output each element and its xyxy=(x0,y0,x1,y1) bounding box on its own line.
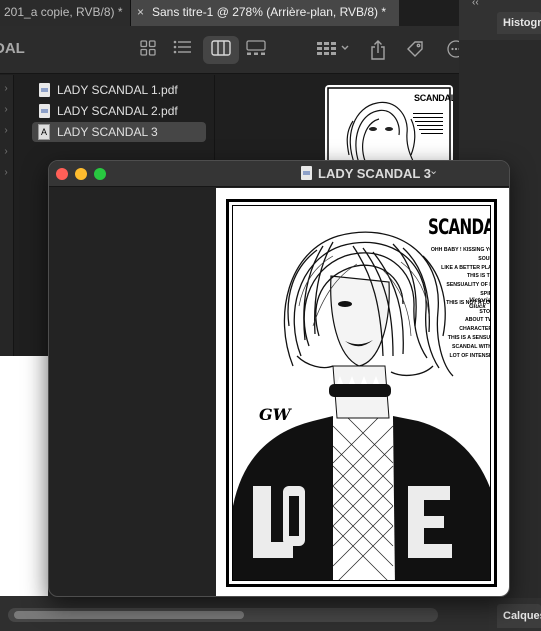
image-icon: A xyxy=(38,124,50,140)
group-icon[interactable] xyxy=(316,40,350,60)
screen: 201_a copie, RVB/8) * × Sans titre-1 @ 2… xyxy=(0,0,541,631)
close-window-button[interactable] xyxy=(56,168,68,180)
chevron-right-icon[interactable]: › xyxy=(0,167,12,178)
close-tab-icon[interactable]: × xyxy=(137,0,144,24)
scrollbar-thumb[interactable] xyxy=(14,611,244,619)
chevron-right-icon[interactable]: › xyxy=(0,83,12,94)
histogram-panel-tab[interactable]: Histogra xyxy=(497,12,541,34)
document-page: GW SCANDAL OHH BABY ! KISSING YOU SOUND … xyxy=(216,188,509,596)
document-tab-2-label: Sans titre-1 @ 278% (Arrière-plan, RVB/8… xyxy=(152,5,387,19)
poster-artwork: GW SCANDAL OHH BABY ! KISSING YOU SOUND … xyxy=(232,205,491,581)
poster-frame: GW SCANDAL OHH BABY ! KISSING YOU SOUND … xyxy=(226,199,497,587)
poster-line: SCANDAL WITH A xyxy=(452,343,491,350)
zoom-window-button[interactable] xyxy=(94,168,106,180)
gallery-view-icon[interactable] xyxy=(246,40,266,60)
file-name: LADY SCANDAL 3 xyxy=(57,125,158,139)
collapse-panels-icon[interactable]: ‹‹ xyxy=(472,0,498,11)
poster-line: LIKE A BETTER PLAN, THIS IS THE xyxy=(441,264,490,280)
poster-line: LOT OF INTENSITY xyxy=(449,352,491,359)
finder-sidebar: › › › › › xyxy=(0,75,14,356)
share-icon[interactable] xyxy=(369,40,387,60)
minimize-window-button[interactable] xyxy=(75,168,87,180)
finder-title: DAL xyxy=(0,40,25,57)
tag-icon[interactable] xyxy=(406,40,424,60)
preview-window: LADY SCANDAL 3 ⌄ GW SCAND OHH BABY ! KIS… xyxy=(48,160,510,597)
preview-thumbnail-title: SCANDAL xyxy=(414,93,453,103)
list-view-icon[interactable] xyxy=(172,40,192,60)
desktop-area xyxy=(0,356,48,596)
poster-line: THIS IS A SENSUAL xyxy=(447,334,491,341)
chevron-down-icon[interactable]: ⌄ xyxy=(429,164,438,177)
file-item-lady-scandal-3[interactable]: A LADY SCANDAL 3 xyxy=(32,122,206,142)
svg-text:GW: GW xyxy=(259,405,293,424)
window-title[interactable]: LADY SCANDAL 3 xyxy=(318,166,431,181)
poster-line: OHH BABY ! KISSING YOU SOUND xyxy=(430,247,490,262)
file-name: LADY SCANDAL 1.pdf xyxy=(57,83,178,97)
poster-line: ABOUT TWO CHARACTERS, xyxy=(459,317,490,333)
document-tab-2[interactable]: × Sans titre-1 @ 278% (Arrière-plan, RVB… xyxy=(131,0,399,26)
poster-signature: Victoria Gluck xyxy=(469,298,491,310)
layers-panel-tab[interactable]: Calques xyxy=(497,604,541,628)
chevron-right-icon[interactable]: › xyxy=(0,125,12,136)
file-item-lady-scandal-2[interactable]: LADY SCANDAL 2.pdf xyxy=(32,101,206,121)
document-tab-1[interactable]: 201_a copie, RVB/8) * xyxy=(0,0,131,26)
chevron-right-icon[interactable]: › xyxy=(0,146,12,157)
more-icon[interactable] xyxy=(447,40,459,60)
poster-title: SCANDAL xyxy=(428,215,490,239)
document-icon xyxy=(301,166,312,180)
file-item-lady-scandal-1[interactable]: LADY SCANDAL 1.pdf xyxy=(32,80,206,100)
horizontal-scrollbar[interactable] xyxy=(0,596,489,631)
pdf-icon xyxy=(39,104,50,118)
chevron-right-icon[interactable]: › xyxy=(0,104,12,115)
icon-view-icon[interactable] xyxy=(139,40,157,60)
preview-titlebar[interactable]: LADY SCANDAL 3 ⌄ xyxy=(49,161,509,187)
finder-preview-thumbnail: SCANDAL xyxy=(325,85,453,165)
poster-line: SENSUALITY OF MY SPIRIT xyxy=(446,282,490,297)
finder-toolbar: DAL xyxy=(0,26,459,74)
document-tab-1-label: 201_a copie, RVB/8) * xyxy=(4,5,123,19)
pdf-icon xyxy=(39,83,50,97)
column-view-icon[interactable] xyxy=(211,40,231,60)
file-name: LADY SCANDAL 2.pdf xyxy=(57,104,178,118)
